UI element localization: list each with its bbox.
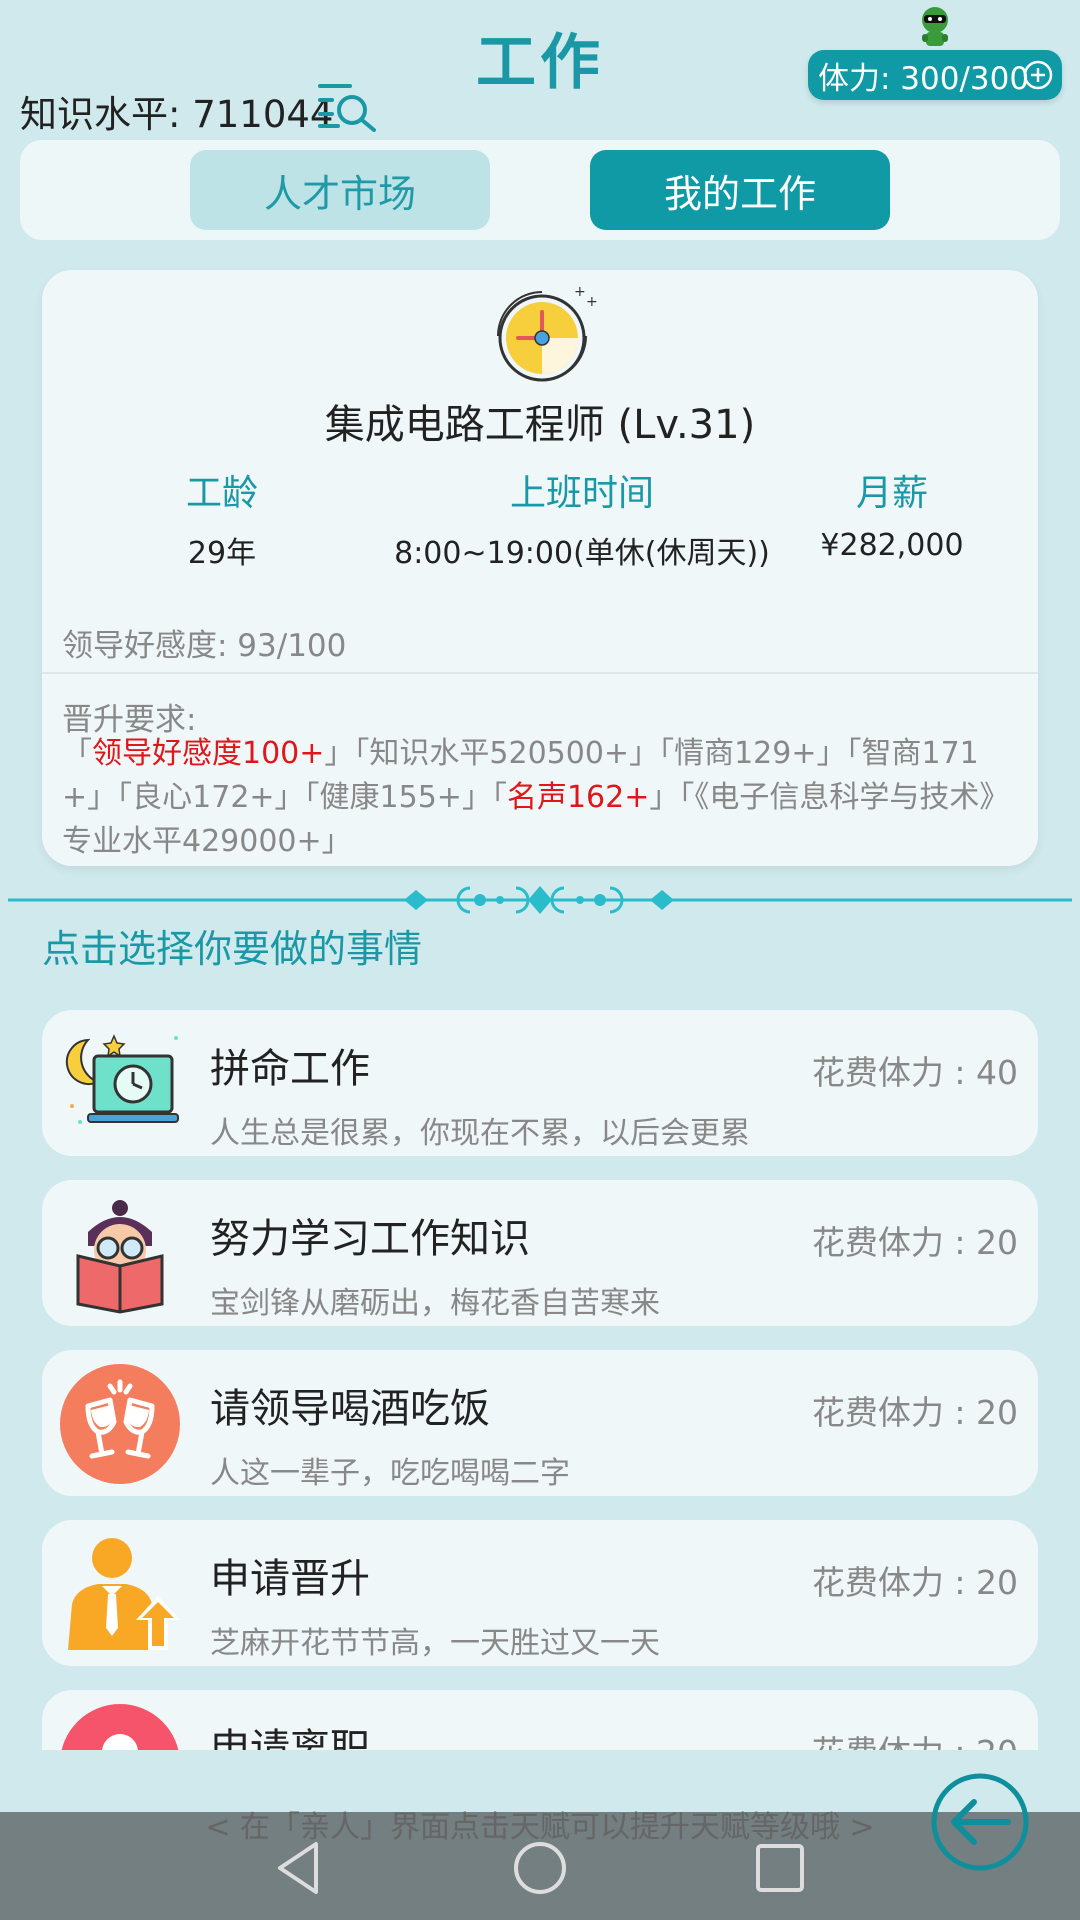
moon-laptop-clock-icon [65,1034,179,1124]
action-cost: 花费体力 : 20 [812,1726,1018,1750]
job-title: 集成电路工程师 (Lv.31) [324,402,756,448]
nav-home-icon[interactable] [510,1838,570,1898]
tip-text: < 在「亲人」界面点击天赋可以提升天赋等级哦 > [205,1810,875,1845]
back-arrow-icon[interactable] [930,1772,1030,1872]
tab-bar: 人才市场 我的工作 [20,140,1060,240]
wine-glasses-toast-icon [60,1364,180,1484]
nav-back-icon[interactable] [270,1838,330,1898]
leader-favor: 领导好感度: 93/100 [62,628,347,664]
resign-icon [61,1704,179,1750]
search-list-icon[interactable] [316,80,380,132]
job-card: + + 集成电路工程师 (Lv.31) 工龄 29年 上班时间 8:00~19:… [42,270,1038,866]
action-work-hard[interactable]: 拼命工作 花费体力 : 40 人生总是很累，你现在不累，以后会更累 [42,1010,1038,1156]
salary-value: ¥282,000 [820,528,964,563]
action-desc: 宝剑锋从磨砺出，梅花香自苦寒来 [210,1286,660,1321]
clock-icon: + + [497,284,598,382]
action-treat-boss[interactable]: 请领导喝酒吃饭 花费体力 : 20 人这一辈子，吃吃喝喝二字 [42,1350,1038,1496]
nav-recent-apps-icon[interactable] [750,1838,810,1898]
action-cost: 花费体力 : 20 [811,1223,1018,1262]
section-label: 点击选择你要做的事情 [42,927,423,971]
add-stamina-icon[interactable] [1022,59,1054,91]
requirement-item: 健康155+ [319,780,462,815]
action-title: 申请晋升 [210,1556,370,1602]
stamina-display[interactable]: 体力: 300/300 [808,50,1062,100]
action-cost: 花费体力 : 20 [811,1563,1018,1602]
promotion-requirements: 「领导好感度100+」「知识水平520500+」「情商129+」「智商171+」… [62,736,1010,859]
tab-my-work[interactable]: 我的工作 [590,150,890,230]
svg-text:+: + [574,284,586,300]
requirement-item: 领导好感度100+ [92,736,325,771]
action-request-promotion[interactable]: 申请晋升 花费体力 : 20 芝麻开花节节高，一天胜过又一天 [42,1520,1038,1666]
action-study[interactable]: 努力学习工作知识 花费体力 : 20 宝剑锋从磨砺出，梅花香自苦寒来 [42,1180,1038,1326]
action-desc: 人这一辈子，吃吃喝喝二字 [210,1456,570,1491]
action-desc: 人生总是很累，你现在不累，以后会更累 [210,1116,750,1151]
action-cost: 花费体力 : 40 [811,1053,1018,1092]
divider [42,672,1038,674]
tab-talent-market[interactable]: 人才市场 [190,150,490,230]
action-resign[interactable]: 申请离职 花费体力 : 20 [42,1690,1038,1750]
requirement-item: 良心172+ [132,780,275,815]
action-title: 请领导喝酒吃饭 [210,1386,490,1432]
student-reading-book-icon [76,1200,164,1314]
requirement-item: 情商129+ [674,736,817,771]
requirement-item: 名声162+ [506,780,650,815]
knowledge-level: 知识水平: 711044 [20,93,334,136]
ornament-divider [8,886,1072,914]
stamina-label: 体力: 300/300 [818,60,1030,97]
action-title: 拼命工作 [210,1046,370,1092]
action-list: 拼命工作 花费体力 : 40 人生总是很累，你现在不累，以后会更累 努力学习工作… [42,1010,1038,1750]
svg-text:+: + [586,294,598,310]
salary-label: 月薪 [855,473,928,514]
player-avatar-icon[interactable] [912,4,958,50]
action-cost: 花费体力 : 20 [811,1393,1018,1432]
stat-salary: 月薪 ¥282,000 [782,464,1002,563]
action-title: 申请离职 [210,1726,370,1750]
requirement-item: 知识水平520500+ [369,736,630,771]
action-title: 努力学习工作知识 [210,1216,530,1262]
action-desc: 芝麻开花节节高，一天胜过又一天 [210,1626,660,1661]
person-promotion-arrow-icon [68,1538,180,1650]
